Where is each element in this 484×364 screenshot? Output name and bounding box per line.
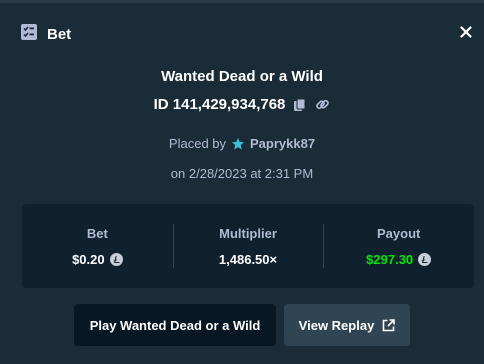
stat-multiplier-value: 1,486.50× [218, 251, 278, 267]
username-link[interactable]: Paprykk87 [250, 136, 315, 151]
game-title: Wanted Dead or a Wild [161, 68, 323, 85]
close-icon [460, 26, 472, 38]
stat-multiplier-value-row: 1,486.50× [219, 252, 277, 267]
stat-payout-value-row: $297.30 [366, 251, 432, 267]
stat-payout-label: Payout [377, 225, 421, 241]
play-game-button[interactable]: Play Wanted Dead or a Wild [74, 304, 276, 346]
copy-link-button[interactable] [315, 97, 330, 112]
close-button[interactable] [458, 24, 474, 40]
view-replay-button[interactable]: View Replay [284, 304, 410, 346]
top-strip [0, 0, 484, 3]
litecoin-icon [418, 252, 432, 266]
stat-bet-value-row: $0.20 [72, 252, 123, 267]
stat-payout-value: $297.30 [366, 251, 414, 267]
bet-id-row: ID 141,429,934,768 [0, 96, 484, 113]
action-buttons: Play Wanted Dead or a Wild View Replay [0, 304, 484, 346]
litecoin-icon [109, 252, 123, 266]
copy-id-button[interactable] [293, 98, 307, 112]
vip-star-icon [232, 137, 245, 149]
stat-multiplier: Multiplier 1,486.50× [172, 204, 324, 288]
stat-bet: Bet $0.20 [22, 204, 173, 288]
view-replay-label: View Replay [298, 317, 375, 333]
bet-stats-panel: Bet $0.20 Multiplier 1,486.50× Payout $2… [22, 204, 474, 288]
stat-bet-label: Bet [86, 225, 108, 241]
stat-bet-value: $0.20 [72, 251, 105, 267]
copy-icon [294, 98, 306, 111]
modal-header: Bet [20, 23, 72, 46]
stat-payout: Payout $297.30 [323, 204, 474, 288]
placed-by-label: Placed by [168, 136, 227, 151]
bet-id: ID 141,429,934,768 [153, 96, 286, 113]
bet-slip-icon [20, 23, 38, 46]
link-icon [316, 99, 330, 110]
stat-multiplier-label: Multiplier [219, 225, 277, 241]
placed-date: on 2/28/2023 at 2:31 PM [170, 166, 314, 181]
play-game-label: Play Wanted Dead or a Wild [89, 317, 261, 333]
modal-title: Bet [47, 25, 72, 43]
external-link-icon [383, 318, 396, 331]
placed-by-row: Placed by Paprykk87 [0, 136, 484, 151]
